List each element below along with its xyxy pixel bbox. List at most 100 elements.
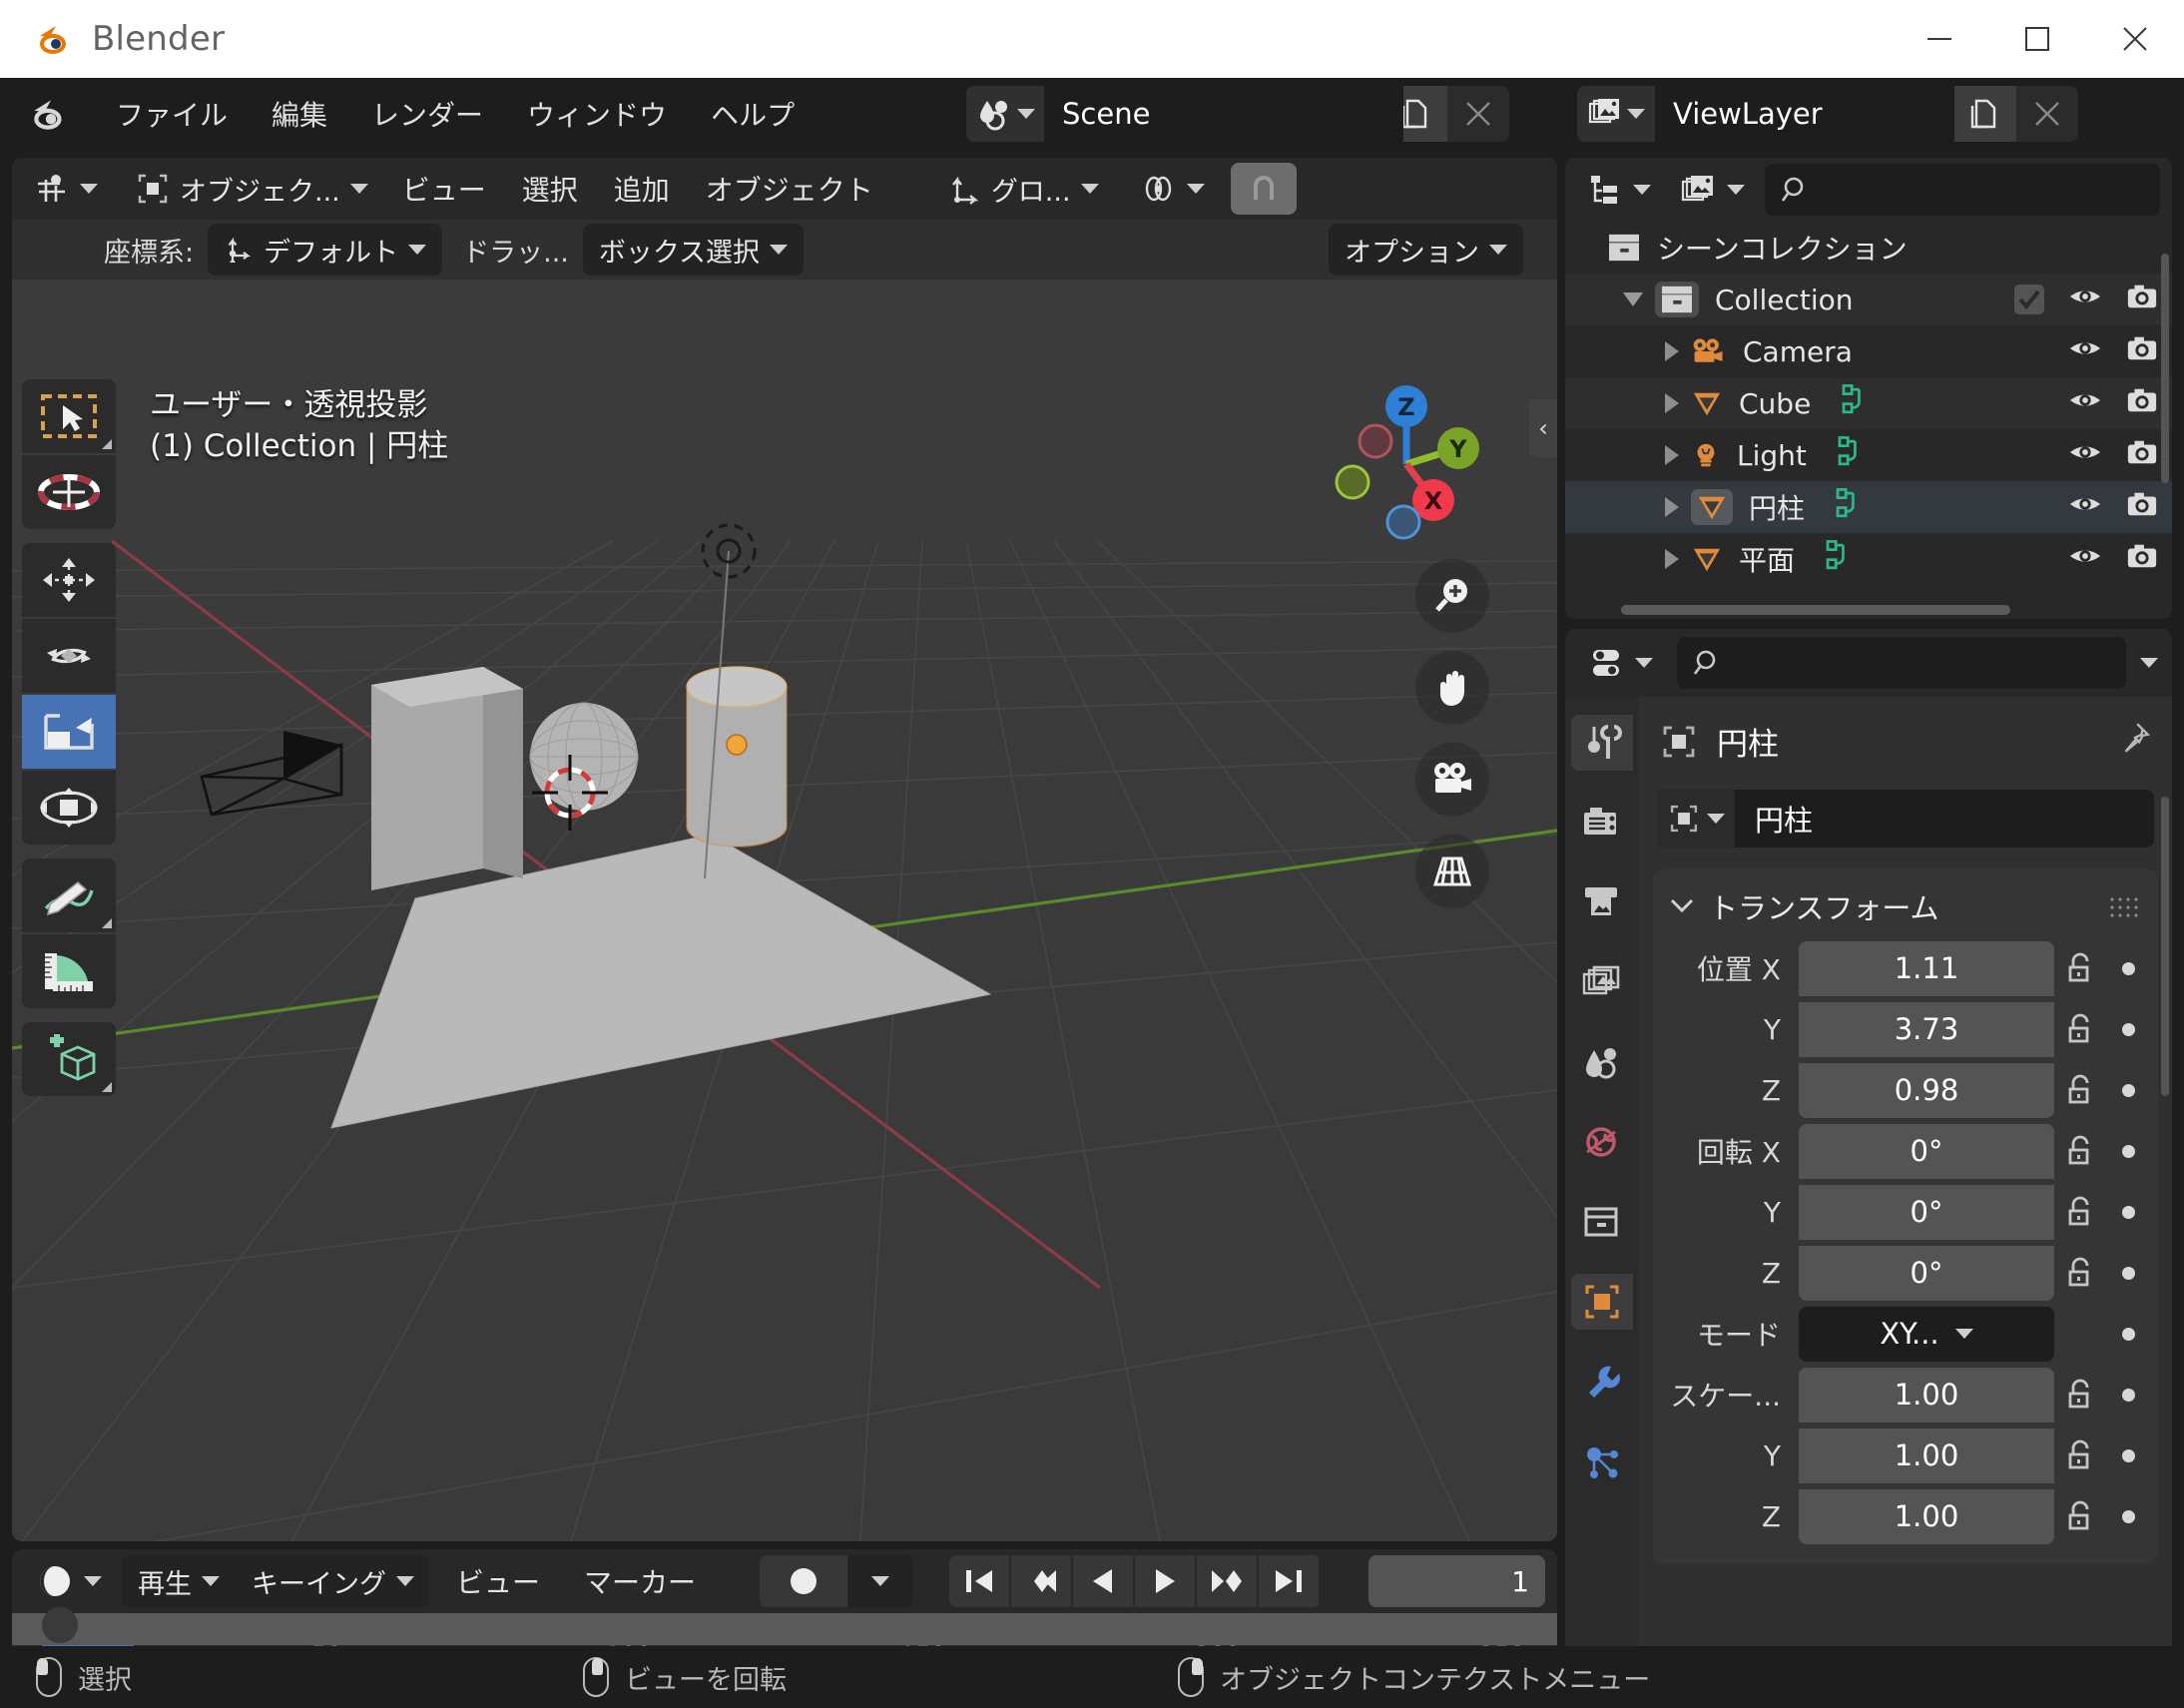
- unlocked-icon[interactable]: [2054, 1073, 2106, 1107]
- chevron-down-icon[interactable]: [1669, 891, 1695, 921]
- properties-options-chevron-down-icon[interactable]: [2140, 658, 2158, 668]
- object-name-field[interactable]: 円柱: [1657, 790, 2154, 848]
- animate-property-dot[interactable]: [2106, 1083, 2150, 1097]
- animate-property-dot[interactable]: [2106, 1448, 2150, 1462]
- viewport-sidebar-toggle[interactable]: ‹: [1529, 399, 1557, 457]
- tool-add-cube[interactable]: [22, 1022, 116, 1096]
- tool-tweak-select-box[interactable]: [22, 379, 116, 453]
- transform-value-field[interactable]: 0.98: [1799, 1062, 2054, 1118]
- unlocked-icon[interactable]: [2054, 1438, 2106, 1472]
- properties-pin-icon[interactable]: [2116, 720, 2152, 763]
- ortho-persp-icon[interactable]: [1415, 835, 1489, 908]
- scene-icon[interactable]: [966, 86, 1044, 142]
- outliner-vertical-scrollbar[interactable]: [2161, 254, 2169, 483]
- animate-property-dot[interactable]: [2106, 1205, 2150, 1219]
- outliner-filter-icon[interactable]: [1671, 164, 1755, 216]
- jump-end-icon[interactable]: [1259, 1555, 1320, 1607]
- tool-cursor[interactable]: [22, 455, 116, 529]
- close-icon[interactable]: [2086, 0, 2184, 78]
- current-frame-field[interactable]: 1: [1368, 1555, 1545, 1607]
- properties-tab-output[interactable]: [1571, 874, 1633, 930]
- outliner-row-Collection[interactable]: Collection: [1565, 274, 2172, 325]
- object-mode-selector[interactable]: オブジェク...: [120, 163, 384, 215]
- properties-tab-view-layer[interactable]: [1571, 954, 1633, 1010]
- disable-in-render-camera-icon[interactable]: [2126, 386, 2158, 421]
- scene-name-field[interactable]: Scene: [1044, 86, 1403, 142]
- zoom-icon[interactable]: [1415, 559, 1489, 633]
- hide-in-viewport-eye-icon[interactable]: [2068, 335, 2102, 368]
- properties-tab-scene[interactable]: [1571, 1034, 1633, 1090]
- transform-value-field[interactable]: 1.11: [1799, 940, 2054, 996]
- hide-in-viewport-eye-icon[interactable]: [2068, 284, 2102, 316]
- jump-start-icon[interactable]: [949, 1555, 1010, 1607]
- outliner-row-Camera[interactable]: Camera: [1565, 325, 2172, 377]
- tool-annotate[interactable]: [22, 858, 116, 932]
- menu-window[interactable]: ウィンドウ: [505, 88, 689, 140]
- properties-tab-world[interactable]: [1571, 1114, 1633, 1170]
- collection-checkbox[interactable]: [2014, 285, 2044, 314]
- properties-tab-render[interactable]: [1571, 795, 1633, 851]
- outliner-row-Light[interactable]: Light: [1565, 429, 2172, 481]
- viewport-menu-add[interactable]: 追加: [596, 169, 688, 209]
- animate-property-dot[interactable]: [2106, 1388, 2150, 1402]
- drag-handle-dots-icon[interactable]: [2108, 895, 2142, 917]
- expander-closed-icon[interactable]: [1665, 341, 1679, 361]
- tool-move[interactable]: [22, 543, 116, 617]
- unlocked-icon[interactable]: [2054, 1378, 2106, 1412]
- timeline-menu-playback[interactable]: 再生: [122, 1555, 236, 1607]
- menu-render[interactable]: レンダー: [349, 88, 505, 140]
- properties-tab-tool[interactable]: [1571, 715, 1633, 771]
- animate-property-dot[interactable]: [2106, 961, 2150, 975]
- disable-in-render-camera-icon[interactable]: [2126, 438, 2158, 473]
- expander-closed-icon[interactable]: [1665, 445, 1679, 465]
- prev-keyframe-icon[interactable]: [1011, 1555, 1072, 1607]
- timeline-menu-marker[interactable]: マーカー: [566, 1561, 714, 1601]
- unlocked-icon[interactable]: [2054, 1134, 2106, 1168]
- coordinate-system-selector[interactable]: デフォルト: [208, 224, 443, 276]
- properties-vertical-scrollbar[interactable]: [2161, 797, 2169, 1096]
- menu-edit[interactable]: 編集: [250, 88, 349, 140]
- snap-magnet-toggle[interactable]: [1230, 163, 1297, 215]
- tool-rotate[interactable]: [22, 619, 116, 693]
- remove-viewlayer-icon[interactable]: [2016, 86, 2078, 142]
- outliner-row-円柱[interactable]: 円柱: [1565, 481, 2172, 533]
- menu-help[interactable]: ヘルプ: [689, 88, 817, 140]
- properties-tab-collection[interactable]: [1571, 1194, 1633, 1250]
- viewlayer-name-field[interactable]: ViewLayer: [1655, 86, 1954, 142]
- transform-value-field[interactable]: 0°: [1799, 1245, 2054, 1301]
- remove-scene-icon[interactable]: [1447, 86, 1509, 142]
- disable-in-render-camera-icon[interactable]: [2126, 490, 2158, 525]
- tool-scale[interactable]: [22, 695, 116, 769]
- outliner-row-シーンコレクション[interactable]: シーンコレクション: [1565, 222, 2172, 274]
- maximize-icon[interactable]: [1988, 0, 2086, 78]
- expander-closed-icon[interactable]: [1665, 393, 1679, 413]
- timeline-editor-type-icon[interactable]: [24, 1555, 114, 1607]
- transform-value-field[interactable]: 1.00: [1799, 1367, 2054, 1423]
- camera-view-icon[interactable]: [1415, 743, 1489, 817]
- tool-measure[interactable]: [22, 934, 116, 1008]
- expander-closed-icon[interactable]: [1665, 549, 1679, 569]
- properties-editor[interactable]: 円柱 円柱 トランスフォーム 位置 X 1.11 Y 3.73 Z 0.98 回…: [1565, 629, 2172, 1657]
- timeline-editor[interactable]: 再生 キーイング ビュー マーカー 1: [12, 1549, 1557, 1657]
- viewlayer-icon[interactable]: [1577, 86, 1655, 142]
- timeline-menu-keying[interactable]: キーイング: [236, 1555, 430, 1607]
- pivot-point-selector[interactable]: [1124, 163, 1221, 215]
- outliner-editor[interactable]: シーンコレクション Collection Camera Cube Light 円柱 平面: [1565, 158, 2172, 619]
- navigation-gizmo[interactable]: Z Y X: [1322, 379, 1491, 549]
- transform-value-field[interactable]: 1.00: [1799, 1427, 2054, 1483]
- viewport-canvas[interactable]: ユーザー・透視投影 (1) Collection | 円柱 Z Y X ‹: [12, 280, 1557, 1541]
- animate-property-dot[interactable]: [2106, 1266, 2150, 1280]
- next-keyframe-icon[interactable]: [1197, 1555, 1258, 1607]
- transform-orientation-selector[interactable]: グロ...: [932, 163, 1115, 215]
- pan-hand-icon[interactable]: [1415, 651, 1489, 725]
- unlocked-icon[interactable]: [2054, 1195, 2106, 1229]
- animate-property-dot[interactable]: [2106, 1509, 2150, 1523]
- properties-tab-object[interactable]: [1571, 1274, 1633, 1330]
- unlocked-icon[interactable]: [2054, 1256, 2106, 1290]
- timeline-playhead-handle[interactable]: [42, 1607, 78, 1643]
- unlocked-icon[interactable]: [2054, 951, 2106, 985]
- animate-property-dot[interactable]: [2106, 1022, 2150, 1036]
- viewport-menu-select[interactable]: 選択: [504, 169, 596, 209]
- outliner-row-Cube[interactable]: Cube: [1565, 377, 2172, 429]
- expander-closed-icon[interactable]: [1665, 497, 1679, 517]
